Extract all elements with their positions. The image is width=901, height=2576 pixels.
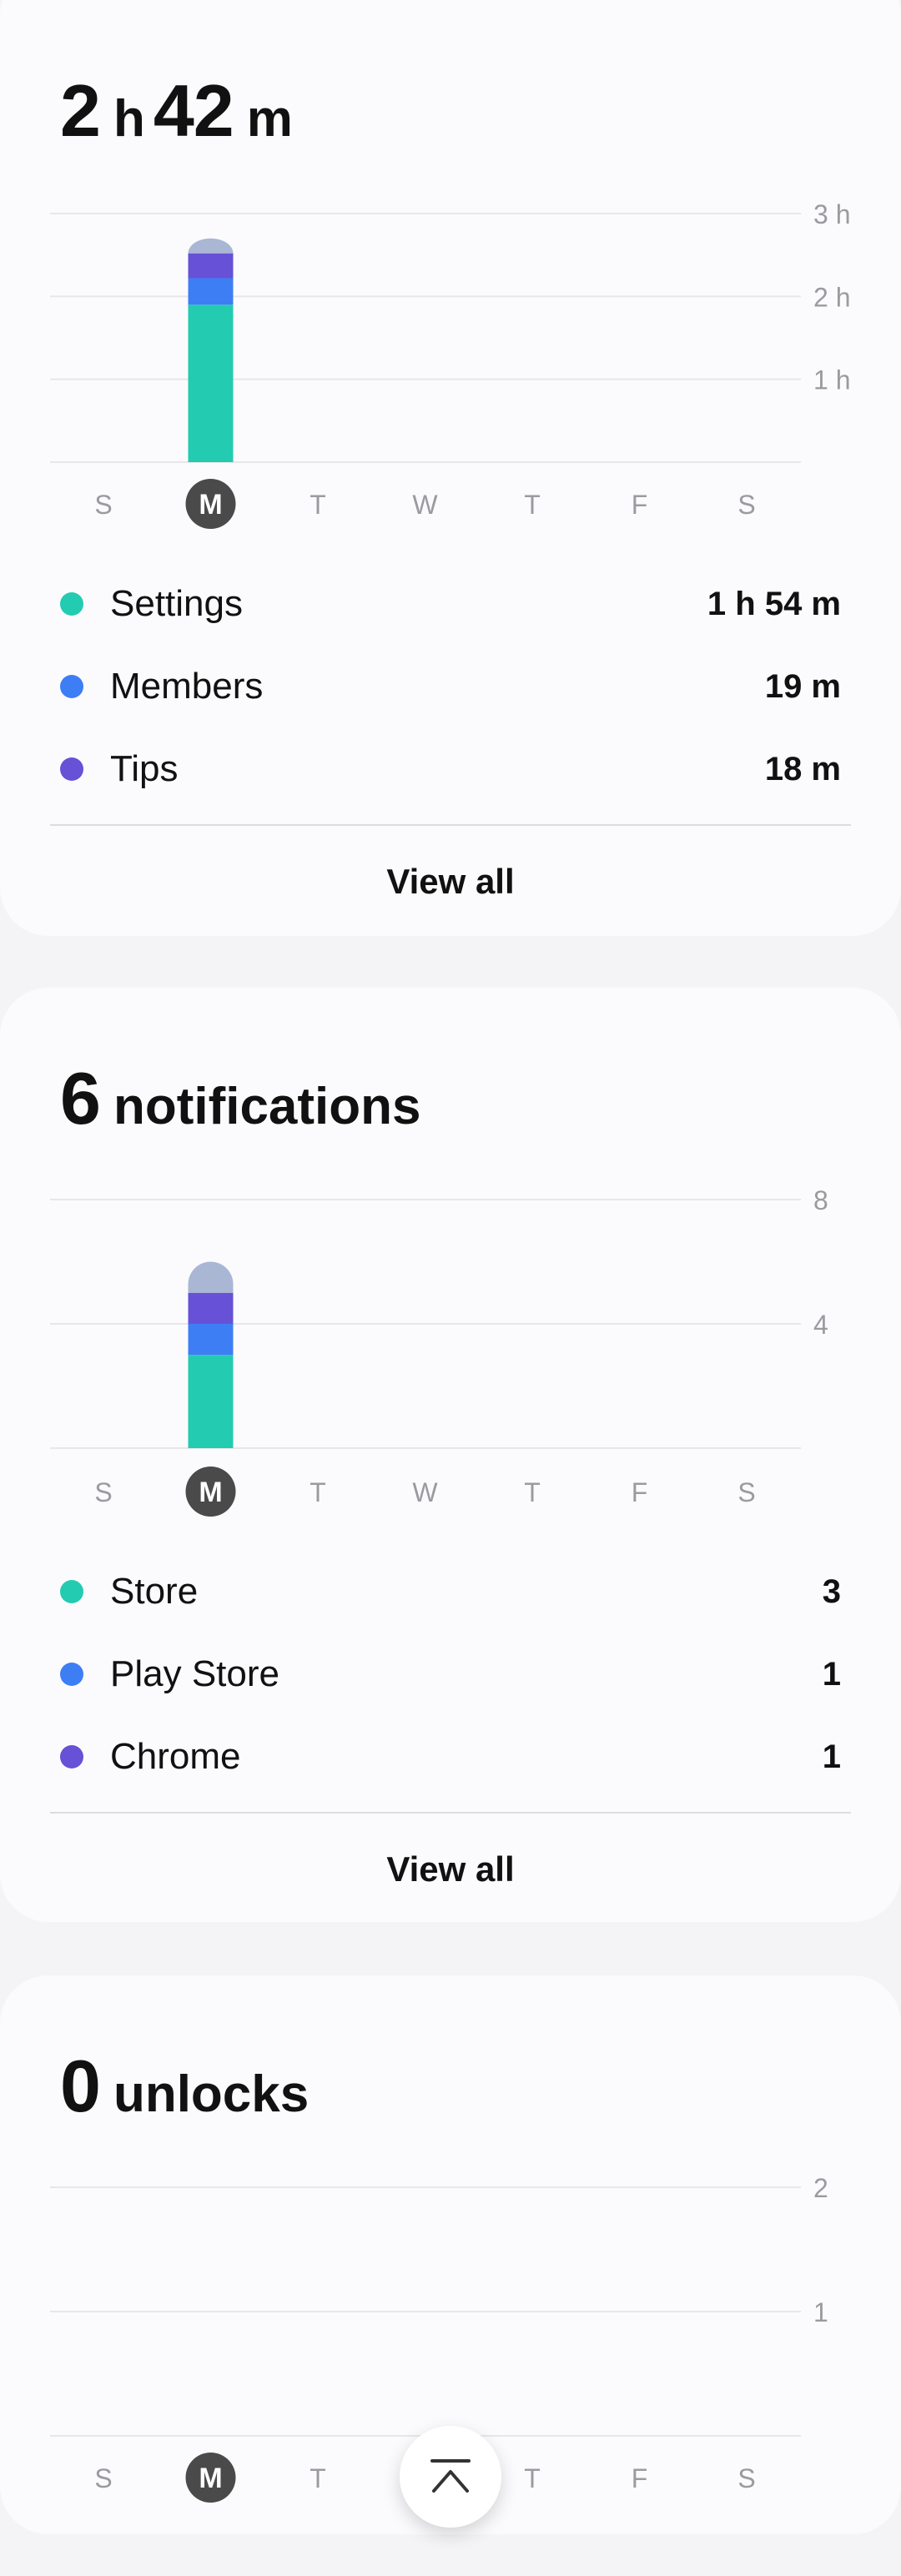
- minutes-unit: m: [246, 90, 293, 148]
- legend-value: 19 m: [764, 668, 841, 705]
- scroll-to-top-button[interactable]: [400, 2426, 501, 2528]
- day-label: T: [310, 2463, 326, 2493]
- legend-label: Chrome: [110, 1736, 241, 1777]
- minutes-value: 42: [153, 69, 234, 152]
- legend-item-tips[interactable]: Tips 18 m: [60, 744, 841, 794]
- legend-value: 1 h 54 m: [707, 586, 841, 622]
- legend-dot: [60, 1663, 83, 1686]
- day-label: S: [94, 490, 112, 520]
- legend-item-chrome[interactable]: Chrome 1: [60, 1732, 841, 1782]
- y-tick-label: 8: [813, 1185, 828, 1215]
- legend-label: Play Store: [110, 1653, 279, 1694]
- day-label: F: [632, 1477, 648, 1507]
- bar-segment: [188, 253, 234, 279]
- day-label: F: [632, 2463, 648, 2493]
- day-label: M: [199, 489, 222, 521]
- legend-dot: [60, 675, 83, 698]
- notifications-label: notifications: [113, 1078, 421, 1135]
- day-label: T: [524, 2463, 541, 2493]
- y-tick-label: 3 h: [813, 199, 850, 229]
- day-label: T: [310, 490, 326, 520]
- screen-time-total: 2 h 42 m: [60, 68, 301, 153]
- day-label: F: [632, 490, 648, 520]
- legend-item-members[interactable]: Members 19 m: [60, 662, 841, 712]
- day-label: S: [737, 490, 755, 520]
- bar-segment: [188, 278, 234, 305]
- y-tick-label: 2 h: [813, 282, 850, 312]
- day-label: S: [94, 1477, 112, 1507]
- legend-item-store[interactable]: Store 3: [60, 1567, 841, 1617]
- bar-segment: [188, 1292, 234, 1324]
- legend-value: 1: [822, 1656, 841, 1693]
- legend-item-play-store[interactable]: Play Store 1: [60, 1649, 841, 1699]
- unlocks-total: 0 unlocks: [60, 2044, 317, 2129]
- screen-time-view-all-button[interactable]: View all: [50, 828, 851, 936]
- day-label: S: [737, 1477, 755, 1507]
- day-label: T: [524, 1477, 541, 1507]
- unlocks-count: 0: [60, 2045, 101, 2127]
- bar-segment: [188, 304, 234, 462]
- day-label: T: [310, 1477, 326, 1507]
- notifications-view-all-button[interactable]: View all: [50, 1815, 851, 1924]
- y-tick-label: 2: [813, 2173, 828, 2203]
- legend-value: 3: [822, 1573, 841, 1610]
- legend-value: 18 m: [764, 751, 841, 787]
- day-label: W: [412, 1477, 438, 1507]
- legend-label: Store: [110, 1571, 199, 1612]
- legend-dot: [60, 1745, 83, 1768]
- bar-segment: [188, 1355, 234, 1448]
- unlocks-label: unlocks: [113, 2065, 310, 2123]
- day-label: T: [524, 490, 541, 520]
- legend-dot: [60, 592, 83, 616]
- legend-dot: [60, 757, 83, 781]
- legend-value: 1: [822, 1738, 841, 1775]
- day-label: S: [94, 2463, 112, 2493]
- y-tick-label: 4: [813, 1310, 828, 1340]
- legend-label: Settings: [110, 583, 243, 624]
- day-label: W: [412, 490, 438, 520]
- legend-dot: [60, 1580, 83, 1603]
- divider: [50, 824, 851, 826]
- hours-value: 2: [60, 69, 101, 152]
- bar-segment: [188, 1324, 234, 1356]
- legend-label: Tips: [110, 748, 179, 789]
- divider: [50, 1812, 851, 1814]
- notifications-count: 6: [60, 1057, 101, 1140]
- day-label: M: [199, 1477, 222, 1508]
- legend-item-settings[interactable]: Settings 1 h 54 m: [60, 579, 841, 629]
- y-tick-label: 1 h: [813, 365, 850, 395]
- chevron-up-to-top-icon: [430, 2459, 471, 2493]
- unlocks-chart-svg: 12SMTWTFS: [50, 2173, 828, 2503]
- day-label: M: [199, 2463, 222, 2494]
- legend-label: Members: [110, 666, 264, 707]
- notifications-total: 6 notifications: [60, 1056, 430, 1141]
- y-tick-label: 1: [813, 2297, 828, 2327]
- day-label: S: [737, 2463, 755, 2493]
- hours-unit: h: [113, 90, 145, 148]
